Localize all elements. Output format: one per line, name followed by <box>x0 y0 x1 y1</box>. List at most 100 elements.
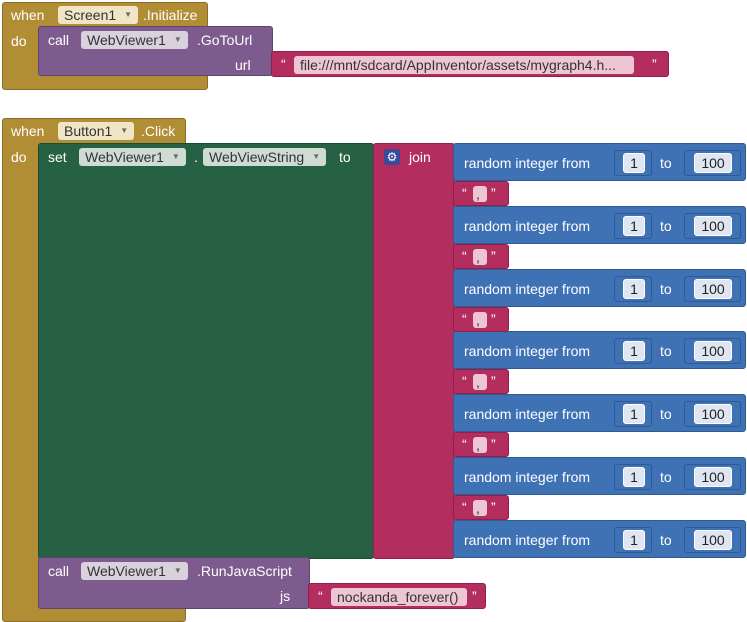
component-dropdown-screen1[interactable]: Screen1 ▼ <box>58 6 139 24</box>
random-integer-block[interactable]: random integer from 1 to 100 <box>453 394 746 432</box>
close-quote: ” <box>491 373 496 389</box>
from-number-field[interactable]: 1 <box>623 216 645 236</box>
close-quote: ” <box>491 185 496 201</box>
open-quote: “ <box>462 311 467 327</box>
from-number-field[interactable]: 1 <box>623 153 645 173</box>
do-keyword: do <box>11 33 27 49</box>
comma-string-field[interactable]: , <box>473 312 487 328</box>
to-keyword: to <box>339 149 351 165</box>
random-integer-block[interactable]: random integer from 1 to 100 <box>453 520 746 558</box>
random-integer-label: random integer from <box>464 532 591 548</box>
from-number-field[interactable]: 1 <box>623 404 645 424</box>
set-webviewstring-block[interactable]: set WebViewer1 ▼ . WebViewString ▼ to <box>38 143 374 559</box>
random-integer-block[interactable]: random integer from 1 to 100 <box>453 331 746 369</box>
call-keyword: call <box>48 563 70 579</box>
join-keyword: join <box>409 149 431 165</box>
open-quote: “ <box>318 588 323 604</box>
to-keyword: to <box>660 532 672 548</box>
dropdown-triangle-icon: ▼ <box>171 152 180 161</box>
call-keyword: call <box>48 32 70 48</box>
to-keyword: to <box>660 343 672 359</box>
from-number-field[interactable]: 1 <box>623 279 645 299</box>
random-integer-label: random integer from <box>464 155 591 171</box>
comma-string-field[interactable]: , <box>473 249 487 265</box>
random-integer-label: random integer from <box>464 281 591 297</box>
random-integer-block[interactable]: random integer from 1 to 100 <box>453 457 746 495</box>
comma-string-field[interactable]: , <box>473 374 487 390</box>
comma-text-block[interactable]: “,” <box>453 369 509 394</box>
random-integer-label: random integer from <box>464 343 591 359</box>
open-quote: “ <box>462 373 467 389</box>
open-quote: “ <box>281 56 286 72</box>
to-number-field[interactable]: 100 <box>694 216 732 236</box>
url-arg-label: url <box>235 57 251 73</box>
dot-separator: . <box>194 149 198 165</box>
to-keyword: to <box>660 218 672 234</box>
comma-text-block[interactable]: “,” <box>453 244 509 269</box>
to-keyword: to <box>660 155 672 171</box>
comma-text-block[interactable]: “,” <box>453 495 509 520</box>
dropdown-triangle-icon: ▼ <box>173 35 182 44</box>
js-text-block[interactable]: “ nockanda_forever() ” <box>308 583 486 609</box>
random-integer-label: random integer from <box>464 469 591 485</box>
to-number-field[interactable]: 100 <box>694 467 732 487</box>
url-text-block[interactable]: “ file:///mnt/sdcard/AppInventor/assets/… <box>271 51 669 77</box>
to-number-field[interactable]: 100 <box>694 153 732 173</box>
to-number-field[interactable]: 100 <box>694 279 732 299</box>
comma-text-block[interactable]: “,” <box>453 181 509 206</box>
open-quote: “ <box>462 499 467 515</box>
event-name: .Initialize <box>143 7 198 23</box>
method-name: .GoToUrl <box>197 32 253 48</box>
set-keyword: set <box>48 149 67 165</box>
runjavascript-call-block[interactable]: call WebViewer1 ▼ .RunJavaScript js <box>38 557 310 609</box>
when-keyword: when <box>11 7 45 23</box>
gear-icon[interactable]: ⚙ <box>384 149 400 165</box>
component-dropdown-webviewer1[interactable]: WebViewer1 ▼ <box>81 31 188 49</box>
close-quote: ” <box>652 56 657 72</box>
comma-string-field[interactable]: , <box>473 437 487 453</box>
event-name: .Click <box>141 123 176 139</box>
close-quote: ” <box>472 588 477 604</box>
from-number-field[interactable]: 1 <box>623 467 645 487</box>
when-keyword: when <box>11 123 45 139</box>
random-integer-block[interactable]: random integer from 1 to 100 <box>453 269 746 307</box>
component-dropdown-webviewer1[interactable]: WebViewer1 ▼ <box>79 148 186 166</box>
component-dropdown-button1[interactable]: Button1 ▼ <box>58 122 135 140</box>
close-quote: ” <box>491 311 496 327</box>
close-quote: ” <box>491 436 496 452</box>
from-number-field[interactable]: 1 <box>623 530 645 550</box>
open-quote: “ <box>462 248 467 264</box>
dropdown-triangle-icon: ▼ <box>120 126 129 135</box>
random-integer-label: random integer from <box>464 218 591 234</box>
property-dropdown-webviewstring[interactable]: WebViewString ▼ <box>203 148 327 166</box>
comma-string-field[interactable]: , <box>473 186 487 202</box>
comma-string-field[interactable]: , <box>473 500 487 516</box>
gotourl-call-block[interactable]: call WebViewer1 ▼ .GoToUrl url <box>38 26 273 76</box>
url-string-field[interactable]: file:///mnt/sdcard/AppInventor/assets/my… <box>294 56 634 74</box>
comma-text-block[interactable]: “,” <box>453 432 509 457</box>
to-number-field[interactable]: 100 <box>694 341 732 361</box>
to-number-field[interactable]: 100 <box>694 404 732 424</box>
js-arg-label: js <box>280 588 291 604</box>
random-integer-block[interactable]: random integer from 1 to 100 <box>453 206 746 244</box>
do-keyword: do <box>11 149 27 165</box>
component-dropdown-webviewer1[interactable]: WebViewer1 ▼ <box>81 562 188 580</box>
join-text-block[interactable]: ⚙ join <box>373 143 455 559</box>
dropdown-triangle-icon: ▼ <box>173 566 182 575</box>
to-keyword: to <box>660 469 672 485</box>
to-number-field[interactable]: 100 <box>694 530 732 550</box>
to-keyword: to <box>660 406 672 422</box>
close-quote: ” <box>491 499 496 515</box>
js-string-field[interactable]: nockanda_forever() <box>331 588 467 606</box>
to-keyword: to <box>660 281 672 297</box>
comma-text-block[interactable]: “,” <box>453 307 509 332</box>
open-quote: “ <box>462 185 467 201</box>
close-quote: ” <box>491 248 496 264</box>
random-integer-block[interactable]: random integer from 1 to 100 <box>453 143 746 181</box>
open-quote: “ <box>462 436 467 452</box>
method-name: .RunJavaScript <box>197 563 292 579</box>
dropdown-triangle-icon: ▼ <box>312 152 321 161</box>
from-number-field[interactable]: 1 <box>623 341 645 361</box>
dropdown-triangle-icon: ▼ <box>124 10 133 19</box>
random-integer-label: random integer from <box>464 406 591 422</box>
